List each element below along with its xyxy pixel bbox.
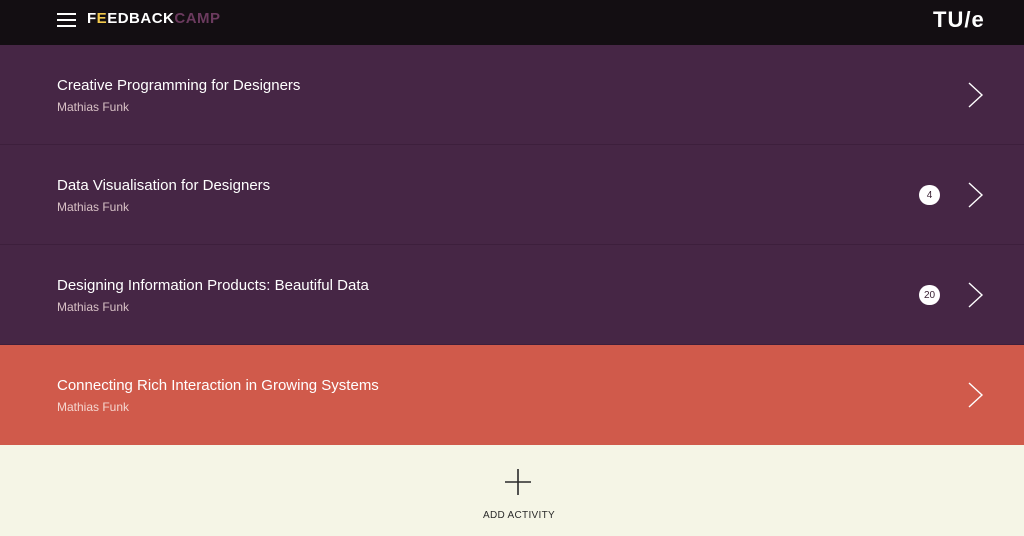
activity-title: Connecting Rich Interaction in Growing S… xyxy=(57,377,379,394)
plus-icon[interactable] xyxy=(505,469,531,495)
add-activity-area: ADD ACTIVITY xyxy=(0,445,1024,536)
activity-author: Mathias Funk xyxy=(57,200,130,214)
brand-letter-f: F xyxy=(87,10,97,27)
activity-title: Creative Programming for Designers xyxy=(57,77,301,94)
brand-word-camp: CAMP xyxy=(174,10,221,27)
activity-row[interactable]: Data Visualisation for Designers Mathias… xyxy=(0,145,1024,245)
chevron-right-icon[interactable] xyxy=(965,82,985,108)
top-bar: FEEDBACKCAMP TU/e xyxy=(0,0,1024,45)
add-activity-button[interactable]: ADD ACTIVITY xyxy=(0,510,1024,521)
brand-word-feedback: EDBACK xyxy=(107,10,175,27)
tue-logo: TU/e xyxy=(933,7,985,32)
activity-author: Mathias Funk xyxy=(57,300,130,314)
activity-title: Designing Information Products: Beautifu… xyxy=(57,277,369,294)
chevron-right-icon[interactable] xyxy=(965,282,985,308)
activity-author: Mathias Funk xyxy=(57,400,130,414)
activity-row[interactable]: Designing Information Products: Beautifu… xyxy=(0,245,1024,345)
brand-logo[interactable]: FEEDBACKCAMP xyxy=(87,10,221,27)
activity-row-active[interactable]: Connecting Rich Interaction in Growing S… xyxy=(0,345,1024,445)
activity-title: Data Visualisation for Designers xyxy=(57,177,271,194)
activity-list: Creative Programming for Designers Mathi… xyxy=(0,45,1024,445)
count-badge: 4 xyxy=(919,185,940,205)
brand-letter-e: E xyxy=(96,10,108,27)
chevron-right-icon[interactable] xyxy=(965,182,985,208)
activity-author: Mathias Funk xyxy=(57,100,130,114)
chevron-right-icon[interactable] xyxy=(965,382,985,408)
count-badge: 20 xyxy=(919,285,940,305)
hamburger-menu-icon[interactable] xyxy=(57,13,76,27)
activity-row[interactable]: Creative Programming for Designers Mathi… xyxy=(0,45,1024,145)
